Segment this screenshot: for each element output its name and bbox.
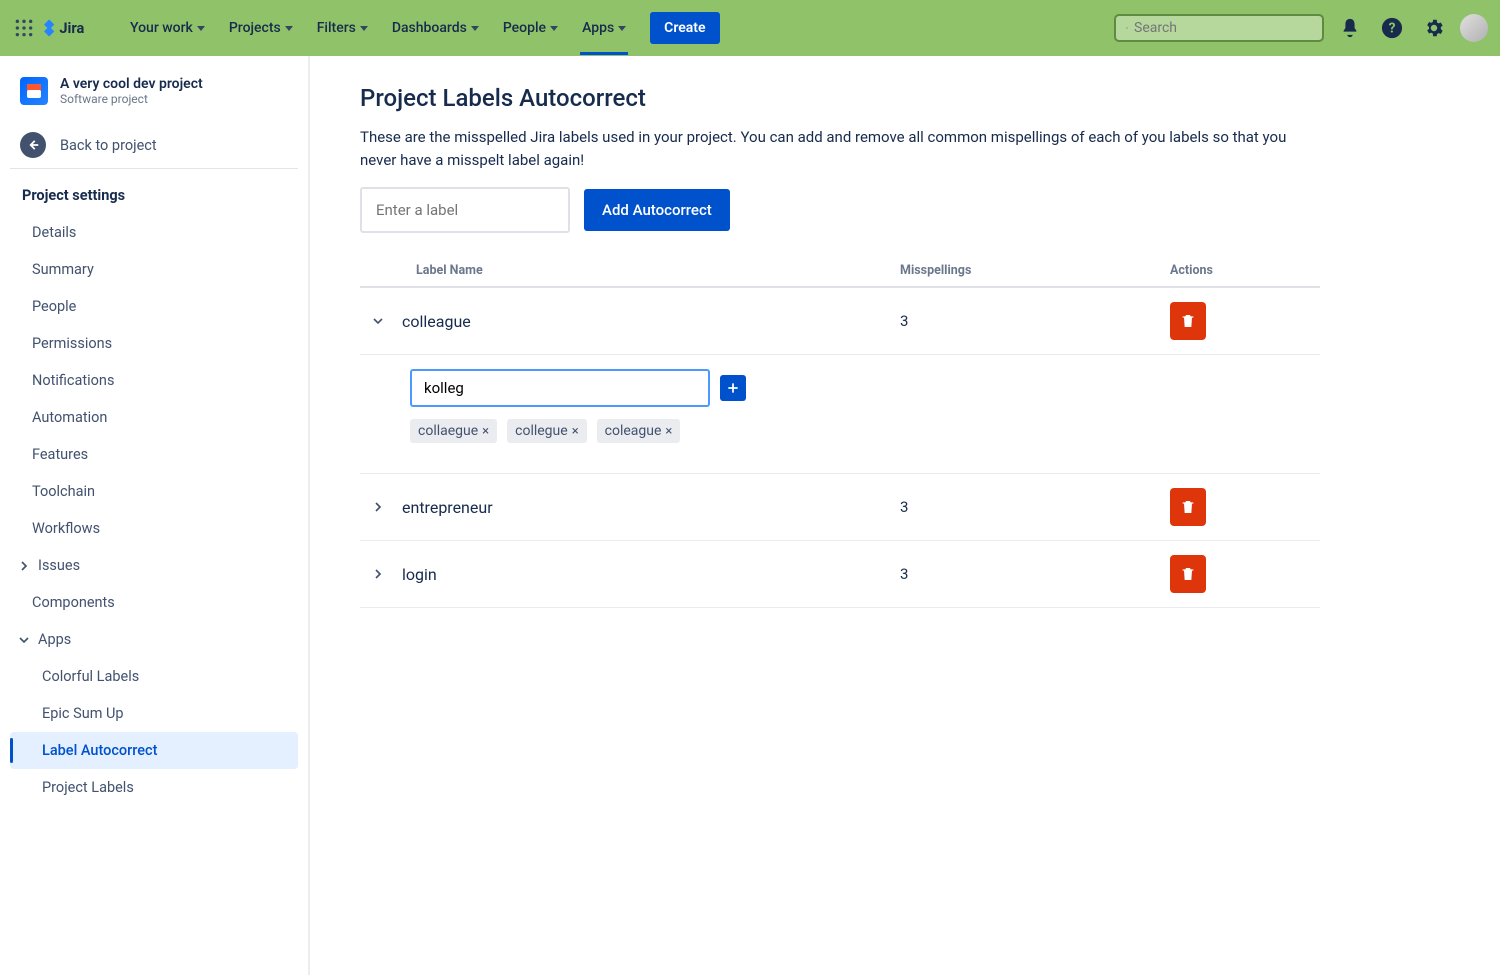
sidebar-item-notifications[interactable]: Notifications bbox=[10, 362, 298, 399]
misspellings-count: 3 bbox=[900, 565, 1170, 583]
nav-label: People bbox=[503, 20, 546, 36]
label-input[interactable] bbox=[360, 187, 570, 233]
sidebar-item-workflows[interactable]: Workflows bbox=[10, 510, 298, 547]
svg-text:?: ? bbox=[1389, 21, 1396, 37]
misspelling-input[interactable] bbox=[410, 369, 710, 407]
misspelling-tag: coleague × bbox=[597, 419, 681, 443]
project-settings-heading: Project settings bbox=[10, 177, 298, 214]
add-autocorrect-button[interactable]: Add Autocorrect bbox=[584, 189, 730, 231]
back-to-project[interactable]: Back to project bbox=[10, 122, 298, 169]
column-label-name: Label Name bbox=[396, 263, 900, 278]
back-arrow-icon bbox=[20, 132, 46, 158]
delete-button[interactable] bbox=[1170, 555, 1206, 593]
remove-tag-button[interactable]: × bbox=[665, 424, 672, 439]
sidebar-item-automation[interactable]: Automation bbox=[10, 399, 298, 436]
nav-label: Your work bbox=[130, 20, 193, 36]
notifications-icon[interactable] bbox=[1334, 12, 1366, 44]
sidebar-label: Apps bbox=[38, 631, 71, 648]
chevron-down-icon bbox=[285, 26, 293, 31]
svg-text:Jira: Jira bbox=[59, 19, 84, 37]
settings-icon[interactable] bbox=[1418, 12, 1450, 44]
search-box[interactable] bbox=[1114, 14, 1324, 42]
label-name-cell: colleague bbox=[396, 312, 900, 331]
sidebar-app-colorful-labels[interactable]: Colorful Labels bbox=[10, 658, 298, 695]
sidebar-item-permissions[interactable]: Permissions bbox=[10, 325, 298, 362]
nav-item-people[interactable]: People bbox=[493, 12, 568, 44]
misspellings-count: 3 bbox=[900, 312, 1170, 330]
search-input[interactable] bbox=[1134, 20, 1312, 36]
chevron-down-icon bbox=[16, 632, 32, 648]
sidebar-app-label-autocorrect[interactable]: Label Autocorrect bbox=[10, 732, 298, 769]
delete-button[interactable] bbox=[1170, 302, 1206, 340]
sidebar-label: Issues bbox=[38, 557, 80, 574]
add-misspelling-button[interactable] bbox=[720, 375, 746, 401]
sidebar-item-features[interactable]: Features bbox=[10, 436, 298, 473]
page-title: Project Labels Autocorrect bbox=[360, 84, 1450, 112]
nav-label: Apps bbox=[582, 20, 614, 36]
jira-logo[interactable]: Jira bbox=[44, 17, 104, 39]
sidebar-item-issues[interactable]: Issues bbox=[10, 547, 298, 584]
chevron-down-icon bbox=[197, 26, 205, 31]
expand-row-button[interactable] bbox=[360, 499, 396, 515]
nav-item-projects[interactable]: Projects bbox=[219, 12, 303, 44]
column-actions: Actions bbox=[1170, 263, 1320, 278]
nav-item-your-work[interactable]: Your work bbox=[120, 12, 215, 44]
expand-row-button[interactable] bbox=[360, 313, 396, 329]
nav-label: Projects bbox=[229, 20, 281, 36]
chevron-down-icon bbox=[360, 26, 368, 31]
sidebar-item-details[interactable]: Details bbox=[10, 214, 298, 251]
expanded-panel: collaegue × collegue × coleague × bbox=[360, 355, 1320, 474]
nav-label: Filters bbox=[317, 20, 356, 36]
sidebar-item-toolchain[interactable]: Toolchain bbox=[10, 473, 298, 510]
label-name-cell: login bbox=[396, 565, 900, 584]
table-row: login3 bbox=[360, 541, 1320, 608]
chevron-down-icon bbox=[550, 26, 558, 31]
nav-label: Dashboards bbox=[392, 20, 467, 36]
project-name: A very cool dev project bbox=[60, 76, 203, 92]
sidebar-item-components[interactable]: Components bbox=[10, 584, 298, 621]
sidebar-item-summary[interactable]: Summary bbox=[10, 251, 298, 288]
project-type: Software project bbox=[60, 92, 203, 106]
nav-item-dashboards[interactable]: Dashboards bbox=[382, 12, 489, 44]
sidebar-app-project-labels[interactable]: Project Labels bbox=[10, 769, 298, 806]
remove-tag-button[interactable]: × bbox=[572, 424, 579, 439]
sidebar-app-epic-sum-up[interactable]: Epic Sum Up bbox=[10, 695, 298, 732]
misspelling-tag: collegue × bbox=[507, 419, 587, 443]
page-description: These are the misspelled Jira labels use… bbox=[360, 126, 1320, 171]
misspellings-count: 3 bbox=[900, 498, 1170, 516]
table-row: entrepreneur3 bbox=[360, 474, 1320, 541]
sidebar-item-people[interactable]: People bbox=[10, 288, 298, 325]
profile-avatar[interactable] bbox=[1460, 14, 1488, 42]
chevron-down-icon bbox=[618, 26, 626, 31]
back-label: Back to project bbox=[60, 137, 157, 154]
expand-row-button[interactable] bbox=[360, 566, 396, 582]
nav-item-apps[interactable]: Apps bbox=[572, 12, 636, 44]
project-avatar bbox=[20, 77, 48, 105]
misspelling-tag: collaegue × bbox=[410, 419, 497, 443]
column-misspellings: Misspellings bbox=[900, 263, 1170, 278]
create-button[interactable]: Create bbox=[650, 12, 719, 44]
search-icon bbox=[1126, 20, 1128, 36]
chevron-right-icon bbox=[16, 558, 32, 574]
help-icon[interactable]: ? bbox=[1376, 12, 1408, 44]
label-name-cell: entrepreneur bbox=[396, 498, 900, 517]
remove-tag-button[interactable]: × bbox=[482, 424, 489, 439]
sidebar-item-apps[interactable]: Apps bbox=[10, 621, 298, 658]
chevron-down-icon bbox=[471, 26, 479, 31]
app-switcher-icon[interactable] bbox=[12, 16, 36, 40]
delete-button[interactable] bbox=[1170, 488, 1206, 526]
nav-item-filters[interactable]: Filters bbox=[307, 12, 378, 44]
table-row: colleague3 bbox=[360, 288, 1320, 355]
